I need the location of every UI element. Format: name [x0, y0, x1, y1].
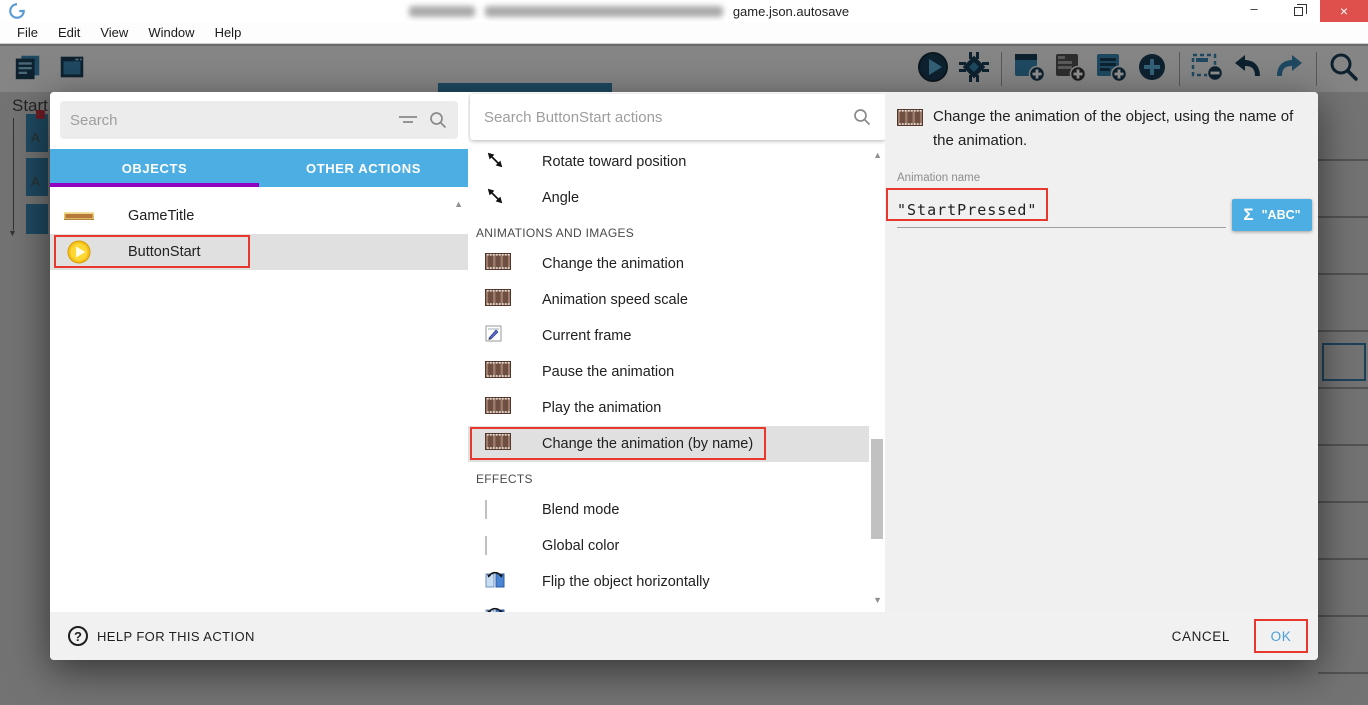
- action-label: Change the animation: [542, 256, 684, 272]
- object-name: ButtonStart: [128, 244, 201, 260]
- action-label: Angle: [542, 190, 579, 206]
- action-row-rotate-toward-position[interactable]: Rotate toward position: [468, 144, 869, 180]
- rotate-icon: [485, 150, 505, 175]
- action-label: Rotate toward position: [542, 154, 686, 170]
- expression-editor-button[interactable]: Σ "ABC": [1232, 199, 1312, 231]
- action-label: Global color: [542, 538, 619, 554]
- scroll-up-arrow[interactable]: ▲: [873, 150, 882, 160]
- menu-bar: FileEditViewWindowHelp: [0, 22, 1368, 44]
- action-row-play-the-animation[interactable]: Play the animation: [468, 390, 869, 426]
- restore-icon: [1294, 7, 1303, 16]
- blurred-title-text: [409, 6, 475, 17]
- scroll-down-arrow[interactable]: ▼: [873, 595, 882, 605]
- flip-icon: [485, 570, 505, 594]
- game-title-sprite-icon: [64, 210, 94, 222]
- action-editor-dialog: OBJECTS OTHER ACTIONS GameTitle ButtonSta…: [50, 92, 1318, 660]
- action-label: Pause the animation: [542, 364, 674, 380]
- object-search-input[interactable]: [70, 112, 388, 129]
- action-row-change-the-animation-by-name-[interactable]: Change the animation (by name): [468, 426, 869, 462]
- scrollbar-thumb[interactable]: [871, 439, 883, 539]
- action-description-text: Change the animation of the object, usin…: [933, 105, 1304, 153]
- film-icon: [485, 433, 511, 455]
- object-search-box: [60, 101, 458, 139]
- help-icon: ?: [68, 626, 88, 646]
- filter-icon[interactable]: [398, 113, 418, 127]
- action-row-flip-the-object-horizontally[interactable]: Flip the object horizontally: [468, 564, 869, 600]
- menu-view[interactable]: View: [91, 23, 137, 42]
- menu-help[interactable]: Help: [206, 23, 251, 42]
- window-title-suffix: game.json.autosave: [733, 4, 849, 19]
- restore-button[interactable]: [1276, 0, 1320, 22]
- film-icon: [485, 289, 511, 311]
- objects-list: GameTitle ButtonStart: [50, 187, 468, 612]
- color-icon: [485, 501, 487, 519]
- play-button-sprite-icon: [64, 240, 94, 264]
- actions-list: Rotate toward position Angle ANIMATIONS AN…: [468, 142, 869, 612]
- action-label: Flip the object horizontally: [542, 574, 710, 590]
- action-row-change-the-animation[interactable]: Change the animation: [468, 246, 869, 282]
- action-parameters-panel: Change the animation of the object, usin…: [885, 92, 1318, 612]
- action-row-current-frame[interactable]: Current frame: [468, 318, 869, 354]
- action-chooser-panel: Rotate toward position Angle ANIMATIONS AN…: [468, 92, 885, 612]
- action-row-partial[interactable]: [468, 600, 869, 612]
- title-bar: game.json.autosave – ×: [0, 0, 1368, 22]
- action-label: Play the animation: [542, 400, 661, 416]
- object-tabs: OBJECTS OTHER ACTIONS: [50, 149, 468, 187]
- minimize-button[interactable]: –: [1232, 0, 1276, 22]
- frame-icon: [485, 325, 503, 348]
- action-row-blend-mode[interactable]: Blend mode: [468, 492, 869, 528]
- main-content: Start P ▼ A A OBJECTS: [0, 44, 1368, 705]
- action-search-input[interactable]: [484, 109, 842, 126]
- action-row-angle[interactable]: Angle: [468, 180, 869, 216]
- sigma-icon: Σ: [1243, 205, 1253, 225]
- action-label: Change the animation (by name): [542, 436, 753, 452]
- film-icon: [485, 361, 511, 383]
- section-header: EFFECTS: [468, 462, 869, 492]
- tab-label: OTHER ACTIONS: [306, 161, 421, 176]
- action-search-box: [470, 94, 885, 140]
- action-label: Blend mode: [542, 502, 619, 518]
- animation-name-field: [897, 192, 1226, 228]
- menu-edit[interactable]: Edit: [49, 23, 89, 42]
- cancel-button[interactable]: CANCEL: [1166, 621, 1236, 652]
- ok-button[interactable]: OK: [1254, 619, 1308, 653]
- action-row-global-color[interactable]: Global color: [468, 528, 869, 564]
- tab-other-actions[interactable]: OTHER ACTIONS: [259, 149, 468, 187]
- ok-label: OK: [1271, 629, 1292, 644]
- color-icon: [485, 537, 487, 555]
- action-row-animation-speed-scale[interactable]: Animation speed scale: [468, 282, 869, 318]
- rotate-icon: [485, 186, 505, 211]
- menu-file[interactable]: File: [8, 23, 47, 42]
- gdevelop-logo-icon: [8, 2, 26, 20]
- search-icon: [428, 110, 448, 130]
- action-description: Change the animation of the object, usin…: [897, 105, 1304, 153]
- object-name: GameTitle: [128, 208, 194, 224]
- object-row-buttonstart[interactable]: ButtonStart: [50, 234, 468, 270]
- film-icon: [485, 253, 511, 275]
- blurred-title-text: [485, 6, 723, 17]
- window-title: game.json.autosave: [26, 0, 1232, 22]
- scroll-up-arrow[interactable]: ▲: [454, 199, 463, 209]
- tab-label: OBJECTS: [122, 161, 188, 176]
- animation-name-label: Animation name: [897, 172, 980, 184]
- action-label: Current frame: [542, 328, 631, 344]
- animation-name-input[interactable]: [897, 201, 1226, 219]
- tab-objects[interactable]: OBJECTS: [50, 149, 259, 187]
- search-icon: [852, 107, 872, 127]
- action-row-pause-the-animation[interactable]: Pause the animation: [468, 354, 869, 390]
- dialog-footer: ? HELP FOR THIS ACTION CANCEL OK: [50, 612, 1318, 660]
- action-label: Animation speed scale: [542, 292, 688, 308]
- object-chooser-panel: OBJECTS OTHER ACTIONS GameTitle ButtonSta…: [50, 92, 468, 612]
- close-button[interactable]: ×: [1320, 0, 1368, 22]
- film-icon: [485, 397, 511, 419]
- menu-window[interactable]: Window: [139, 23, 203, 42]
- film-icon: [897, 109, 923, 153]
- section-header: ANIMATIONS AND IMAGES: [468, 216, 869, 246]
- help-button[interactable]: ? HELP FOR THIS ACTION: [68, 626, 255, 646]
- object-row-gametitle[interactable]: GameTitle: [50, 198, 468, 234]
